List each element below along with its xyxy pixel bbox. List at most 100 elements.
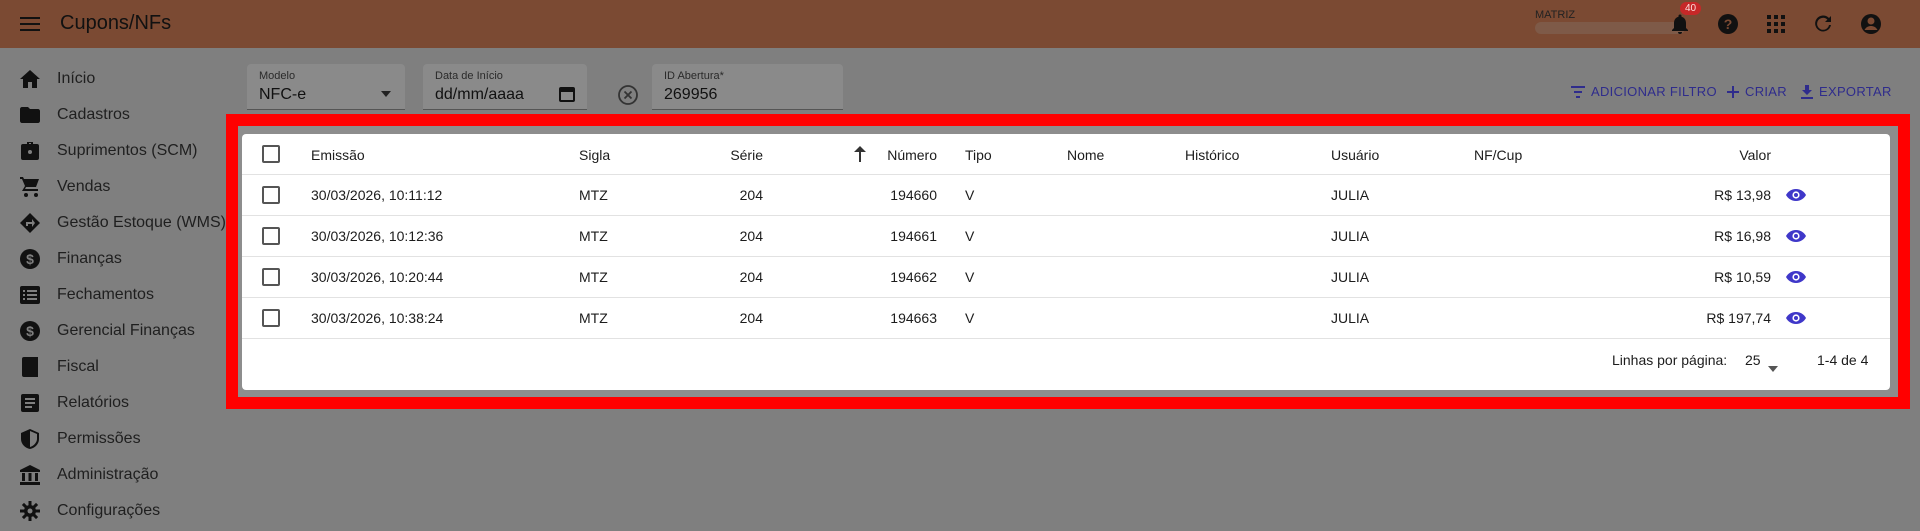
rows-per-page-select[interactable]: 25	[1745, 352, 1761, 368]
app-bar: Cupons/NFs MATRIZ 40 ?	[0, 0, 1920, 48]
cell-tipo: V	[965, 269, 975, 285]
select-all-checkbox[interactable]	[262, 145, 280, 163]
table-row[interactable]: 30/03/2026, 10:38:24 MTZ 204 194663 V JU…	[242, 298, 1890, 339]
col-nome[interactable]: Nome	[1067, 147, 1104, 163]
data-inicio-label: Data de Início	[435, 70, 503, 82]
view-eye-icon[interactable]	[1786, 185, 1806, 205]
sidebar-item-permissoes[interactable]: Permissões	[0, 424, 226, 454]
row-checkbox[interactable]	[262, 309, 280, 327]
cell-valor: R$ 10,59	[1714, 269, 1771, 285]
table-row[interactable]: 30/03/2026, 10:11:12 MTZ 204 194660 V JU…	[242, 175, 1890, 216]
view-eye-icon[interactable]	[1786, 226, 1806, 246]
gear-icon	[20, 501, 40, 521]
modelo-label: Modelo	[259, 70, 296, 82]
menu-icon[interactable]	[18, 12, 42, 36]
col-usuario[interactable]: Usuário	[1331, 147, 1379, 163]
page-title: Cupons/NFs	[60, 12, 172, 34]
table-row[interactable]: 30/03/2026, 10:12:36 MTZ 204 194661 V JU…	[242, 216, 1890, 257]
sidebar-item-fiscal[interactable]: Fiscal	[0, 352, 226, 382]
cell-tipo: V	[965, 310, 975, 326]
cell-numero: 194662	[890, 269, 937, 285]
filter-icon	[1571, 85, 1585, 98]
col-tipo[interactable]: Tipo	[965, 147, 992, 163]
cart-icon	[20, 177, 40, 197]
row-checkbox[interactable]	[262, 186, 280, 204]
add-filter-button[interactable]: ADICIONAR FILTRO	[1571, 84, 1717, 99]
calendar-icon[interactable]	[559, 86, 575, 107]
modelo-select[interactable]: Modelo NFC-e	[247, 64, 405, 110]
cell-sigla: MTZ	[579, 310, 608, 326]
sidebar-item-fechamentos[interactable]: Fechamentos	[0, 280, 226, 310]
sidebar-item-label: Finanças	[57, 250, 122, 267]
cell-sigla: MTZ	[579, 269, 608, 285]
cell-emissao: 30/03/2026, 10:11:12	[311, 187, 443, 203]
pagination-range: 1-4 de 4	[1817, 352, 1869, 368]
create-label: CRIAR	[1745, 84, 1787, 99]
sidebar-item-suprimentos[interactable]: Suprimentos (SCM)	[0, 136, 226, 166]
cell-numero: 194663	[890, 310, 937, 326]
cell-serie: 204	[739, 228, 763, 244]
col-nfcup[interactable]: NF/Cup	[1474, 147, 1522, 163]
sidebar-item-relatorios[interactable]: Relatórios	[0, 388, 226, 418]
export-button[interactable]: EXPORTAR	[1801, 84, 1892, 99]
list-icon	[20, 285, 40, 305]
sidebar-item-gerencial-financas[interactable]: $ Gerencial Finanças	[0, 316, 226, 346]
row-checkbox[interactable]	[262, 268, 280, 286]
col-valor[interactable]: Valor	[1622, 147, 1771, 163]
clear-filter-icon[interactable]	[617, 84, 639, 106]
refresh-icon[interactable]	[1811, 12, 1835, 36]
col-sigla[interactable]: Sigla	[579, 147, 610, 163]
shield-icon	[20, 429, 40, 449]
row-checkbox[interactable]	[262, 227, 280, 245]
sidebar-item-financas[interactable]: $ Finanças	[0, 244, 226, 274]
sidebar-item-vendas[interactable]: Vendas	[0, 172, 226, 202]
create-button[interactable]: CRIAR	[1727, 84, 1787, 99]
sidebar-item-label: Permissões	[57, 430, 141, 447]
cell-serie: 204	[739, 269, 763, 285]
sidebar-item-inicio[interactable]: Início	[0, 64, 226, 94]
table-row[interactable]: 30/03/2026, 10:20:44 MTZ 204 194662 V JU…	[242, 257, 1890, 298]
company-label[interactable]: MATRIZ	[1535, 9, 1575, 21]
table-header-row: Emissão Sigla Série Número Tipo Nome His…	[242, 134, 1890, 175]
sidebar-item-cadastros[interactable]: Cadastros	[0, 100, 226, 130]
col-historico[interactable]: Histórico	[1185, 147, 1239, 163]
data-inicio-field[interactable]: Data de Início dd/mm/aaaa	[423, 64, 587, 110]
cell-emissao: 30/03/2026, 10:12:36	[311, 228, 444, 244]
dollar-icon: $	[20, 249, 40, 269]
sidebar-item-administracao[interactable]: Administração	[0, 460, 226, 490]
account-icon[interactable]	[1859, 12, 1883, 36]
cell-usuario: JULIA	[1331, 228, 1370, 244]
add-filter-label: ADICIONAR FILTRO	[1591, 84, 1717, 99]
bank-icon	[20, 465, 40, 485]
col-serie[interactable]: Série	[672, 147, 763, 163]
book-icon	[20, 357, 40, 377]
col-numero[interactable]: Número	[862, 147, 937, 163]
sidebar-item-label: Gerencial Finanças	[57, 322, 195, 339]
cell-valor: R$ 13,98	[1714, 187, 1771, 203]
company-selector[interactable]	[1535, 22, 1685, 34]
home-icon	[20, 69, 40, 89]
sidebar-item-gestao-estoque[interactable]: Gestão Estoque (WMS)	[0, 208, 226, 238]
apps-grid-icon[interactable]	[1764, 12, 1788, 36]
plus-icon	[1727, 85, 1739, 98]
id-abertura-field[interactable]: ID Abertura* 269956	[652, 64, 843, 110]
cell-numero: 194660	[890, 187, 937, 203]
view-eye-icon[interactable]	[1786, 267, 1806, 287]
svg-text:$: $	[26, 251, 34, 267]
rows-per-page-label: Linhas por página:	[1612, 352, 1728, 368]
chevron-down-icon[interactable]	[1768, 359, 1778, 377]
briefcase-icon	[20, 141, 40, 161]
svg-text:?: ?	[1724, 16, 1733, 32]
help-icon[interactable]: ?	[1716, 12, 1740, 36]
dollar-icon: $	[20, 321, 40, 341]
sidebar-item-label: Relatórios	[57, 394, 130, 411]
view-eye-icon[interactable]	[1786, 308, 1806, 328]
id-abertura-value: 269956	[664, 86, 718, 103]
data-inicio-value: dd/mm/aaaa	[435, 86, 524, 103]
cell-emissao: 30/03/2026, 10:38:24	[311, 310, 444, 326]
sidebar-item-configuracoes[interactable]: Configurações	[0, 496, 226, 526]
notification-badge: 40	[1680, 2, 1702, 15]
bell-icon[interactable]	[1668, 12, 1692, 36]
col-emissao[interactable]: Emissão	[311, 147, 365, 163]
report-icon	[20, 393, 40, 413]
